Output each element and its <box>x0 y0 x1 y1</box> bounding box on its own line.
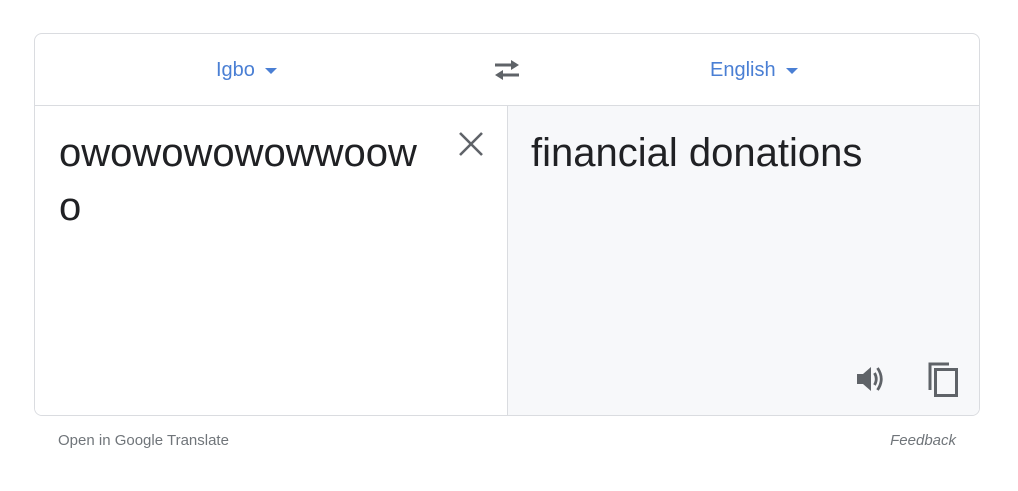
language-bar: Igbo English <box>35 34 979 106</box>
caret-down-icon <box>264 68 277 74</box>
top-fade <box>0 0 1018 8</box>
copy-translation-button[interactable] <box>924 360 960 398</box>
target-language-select[interactable]: English <box>710 58 798 82</box>
open-in-google-translate-link[interactable]: Open in Google Translate <box>58 432 229 449</box>
copy-icon <box>928 362 958 397</box>
translation-text: financial donations <box>531 131 863 175</box>
source-language-select[interactable]: Igbo <box>216 58 277 82</box>
listen-button[interactable] <box>854 362 888 396</box>
speaker-icon <box>857 367 883 391</box>
clear-text-button[interactable] <box>455 128 487 160</box>
feedback-link[interactable]: Feedback <box>890 432 956 449</box>
translation-pane: financial donations <box>508 106 979 415</box>
swap-arrows-icon <box>495 60 519 80</box>
source-language-label: Igbo <box>216 58 255 81</box>
source-text-input[interactable]: owowowowowwoowo <box>59 126 439 234</box>
target-language-label: English <box>710 58 776 81</box>
translate-widget: Igbo English owowowowowwoowo financial d… <box>34 33 980 416</box>
swap-languages-button[interactable] <box>489 54 525 86</box>
source-pane: owowowowowwoowo <box>35 106 508 415</box>
close-icon <box>459 132 483 156</box>
caret-down-icon <box>785 68 798 74</box>
